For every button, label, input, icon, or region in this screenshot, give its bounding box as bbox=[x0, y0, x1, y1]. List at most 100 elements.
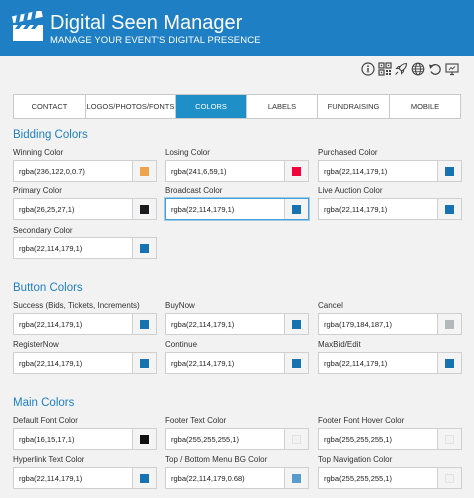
losing-color-field[interactable]: rgba(241,6,59,1) bbox=[165, 160, 309, 182]
secondary-color-label: Secondary Color bbox=[13, 226, 73, 235]
winning-color-label: Winning Color bbox=[13, 148, 64, 157]
registernow-color-field[interactable]: rgba(22,114,179,1) bbox=[13, 352, 157, 374]
broadcast-color-field[interactable]: rgba(22,114,179,1) bbox=[165, 198, 309, 220]
menu-bg-color-value: rgba(22,114,179,0.68) bbox=[171, 474, 245, 483]
default-font-color-field[interactable]: rgba(16,15,17,1) bbox=[13, 428, 157, 450]
maxbid-edit-color-label: MaxBid/Edit bbox=[318, 340, 361, 349]
menu-bg-color-picker[interactable] bbox=[284, 468, 308, 488]
default-font-color-swatch bbox=[140, 434, 149, 444]
tab-colors[interactable]: COLORS bbox=[176, 95, 247, 118]
app-header: Digital Seen Manager MANAGE YOUR EVENT'S… bbox=[0, 0, 474, 56]
footer-font-hover-color-picker[interactable] bbox=[437, 429, 461, 449]
top-navigation-color-picker[interactable] bbox=[437, 468, 461, 488]
footer-text-color-field[interactable]: rgba(255,255,255,1) bbox=[165, 428, 309, 450]
button-colors-heading: Button Colors bbox=[13, 282, 83, 294]
continue-color-swatch bbox=[292, 358, 301, 368]
tab-contact[interactable]: CONTACT bbox=[14, 95, 86, 118]
secondary-color-field[interactable]: rgba(22,114,179,1) bbox=[13, 237, 157, 259]
live-auction-color-label: Live Auction Color bbox=[318, 186, 383, 195]
hyperlink-text-color-label: Hyperlink Text Color bbox=[13, 455, 85, 464]
rocket-icon[interactable] bbox=[394, 62, 408, 76]
footer-text-color-value: rgba(255,255,255,1) bbox=[171, 435, 239, 444]
purchased-color-picker[interactable] bbox=[437, 161, 461, 181]
footer-font-hover-color-swatch bbox=[445, 434, 454, 444]
losing-color-picker[interactable] bbox=[284, 161, 308, 181]
broadcast-color-swatch bbox=[292, 204, 301, 214]
tab-mobile[interactable]: MOBILE bbox=[390, 95, 460, 118]
default-font-color-value: rgba(16,15,17,1) bbox=[19, 435, 75, 444]
footer-font-hover-color-field[interactable]: rgba(255,255,255,1) bbox=[318, 428, 462, 450]
menu-bg-color-swatch bbox=[292, 473, 301, 483]
registernow-color-value: rgba(22,114,179,1) bbox=[19, 359, 83, 368]
clapperboard-icon bbox=[11, 10, 45, 43]
success-color-picker[interactable] bbox=[132, 314, 156, 334]
hyperlink-text-color-field[interactable]: rgba(22,114,179,1) bbox=[13, 467, 157, 489]
primary-color-picker[interactable] bbox=[132, 199, 156, 219]
footer-text-color-picker[interactable] bbox=[284, 429, 308, 449]
app-subtitle: MANAGE YOUR EVENT'S DIGITAL PRESENCE bbox=[50, 35, 261, 46]
registernow-color-label: RegisterNow bbox=[13, 340, 59, 349]
primary-color-swatch bbox=[140, 204, 149, 214]
cancel-color-picker[interactable] bbox=[437, 314, 461, 334]
hyperlink-text-color-swatch bbox=[140, 473, 149, 483]
live-auction-color-field[interactable]: rgba(22,114,179,1) bbox=[318, 198, 462, 220]
winning-color-picker[interactable] bbox=[132, 161, 156, 181]
maxbid-edit-color-field[interactable]: rgba(22,114,179,1) bbox=[318, 352, 462, 374]
digital-seen-manager-colors-page: Digital Seen Manager MANAGE YOUR EVENT'S… bbox=[0, 0, 474, 498]
winning-color-swatch bbox=[140, 166, 149, 176]
buynow-color-value: rgba(22,114,179,1) bbox=[171, 320, 235, 329]
tab-logos-photos-fonts[interactable]: LOGOS/PHOTOS/FONTS bbox=[86, 95, 176, 118]
registernow-color-picker[interactable] bbox=[132, 353, 156, 373]
cancel-color-field[interactable]: rgba(179,184,187,1) bbox=[318, 313, 462, 335]
qr-code-icon[interactable] bbox=[378, 62, 392, 76]
broadcast-color-label: Broadcast Color bbox=[165, 186, 223, 195]
success-color-field[interactable]: rgba(22,114,179,1) bbox=[13, 313, 157, 335]
primary-color-label: Primary Color bbox=[13, 186, 62, 195]
default-font-color-picker[interactable] bbox=[132, 429, 156, 449]
default-font-color-label: Default Font Color bbox=[13, 416, 78, 425]
buynow-color-picker[interactable] bbox=[284, 314, 308, 334]
cancel-color-swatch bbox=[445, 319, 454, 329]
hyperlink-text-color-picker[interactable] bbox=[132, 468, 156, 488]
info-icon[interactable] bbox=[361, 62, 375, 76]
footer-font-hover-color-value: rgba(255,255,255,1) bbox=[324, 435, 392, 444]
live-auction-color-value: rgba(22,114,179,1) bbox=[324, 205, 388, 214]
undo-icon[interactable] bbox=[428, 62, 442, 76]
live-auction-color-picker[interactable] bbox=[437, 199, 461, 219]
winning-color-value: rgba(236,122,0,0.7) bbox=[19, 167, 85, 176]
cancel-color-label: Cancel bbox=[318, 301, 343, 310]
continue-color-value: rgba(22,114,179,1) bbox=[171, 359, 235, 368]
purchased-color-swatch bbox=[445, 166, 454, 176]
tab-fundraising[interactable]: FUNDRAISING bbox=[318, 95, 390, 118]
buynow-color-field[interactable]: rgba(22,114,179,1) bbox=[165, 313, 309, 335]
success-color-value: rgba(22,114,179,1) bbox=[19, 320, 83, 329]
success-color-label: Success (Bids, Tickets, Increments) bbox=[13, 301, 140, 310]
primary-color-field[interactable]: rgba(26,25,27,1) bbox=[13, 198, 157, 220]
purchased-color-field[interactable]: rgba(22,114,179,1) bbox=[318, 160, 462, 182]
broadcast-color-picker[interactable] bbox=[284, 199, 308, 219]
continue-color-picker[interactable] bbox=[284, 353, 308, 373]
toolbar bbox=[0, 56, 474, 84]
top-navigation-color-field[interactable]: rgba(255,255,255,1) bbox=[318, 467, 462, 489]
continue-color-field[interactable]: rgba(22,114,179,1) bbox=[165, 352, 309, 374]
bidding-colors-heading: Bidding Colors bbox=[13, 129, 88, 141]
cancel-color-value: rgba(179,184,187,1) bbox=[324, 320, 392, 329]
winning-color-field[interactable]: rgba(236,122,0,0.7) bbox=[13, 160, 157, 182]
menu-bg-color-field[interactable]: rgba(22,114,179,0.68) bbox=[165, 467, 309, 489]
live-auction-color-swatch bbox=[445, 204, 454, 214]
broadcast-color-value: rgba(22,114,179,1) bbox=[171, 205, 235, 214]
buynow-color-label: BuyNow bbox=[165, 301, 195, 310]
buynow-color-swatch bbox=[292, 319, 301, 329]
secondary-color-swatch bbox=[140, 243, 149, 253]
secondary-color-picker[interactable] bbox=[132, 238, 156, 258]
globe-icon[interactable] bbox=[411, 62, 425, 76]
tab-labels[interactable]: LABELS bbox=[247, 95, 318, 118]
primary-color-value: rgba(26,25,27,1) bbox=[19, 205, 75, 214]
losing-color-swatch bbox=[292, 166, 301, 176]
maxbid-edit-color-picker[interactable] bbox=[437, 353, 461, 373]
top-navigation-color-swatch bbox=[445, 473, 454, 483]
secondary-color-value: rgba(22,114,179,1) bbox=[19, 244, 83, 253]
app-title: Digital Seen Manager bbox=[50, 12, 243, 34]
purchased-color-label: Purchased Color bbox=[318, 148, 378, 157]
monitor-icon[interactable] bbox=[445, 62, 459, 76]
